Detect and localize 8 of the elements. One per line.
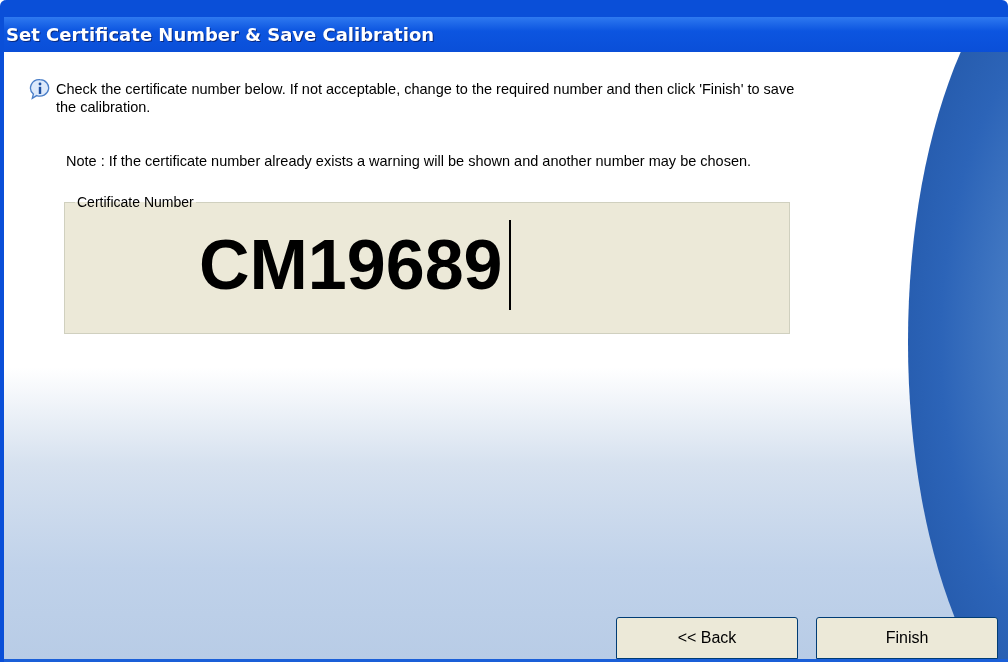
instruction-text: Check the certificate number below. If not acceptable, change to the required number and then click 'Finish' to save the calibration. [56, 80, 796, 116]
note-text: Note : If the certificate number already exists a warning will be shown and another number may be chosen. [66, 152, 753, 170]
wizard-button[interactable]: Finish [816, 617, 998, 659]
group-label: Certificate Number [76, 194, 195, 210]
info-icon [29, 78, 51, 100]
window-title: Set Certificate Number & Save Calibration [6, 24, 435, 45]
wizard-button[interactable]: << Back [616, 617, 798, 659]
certificate-number-field[interactable]: CM19689 [199, 220, 511, 310]
